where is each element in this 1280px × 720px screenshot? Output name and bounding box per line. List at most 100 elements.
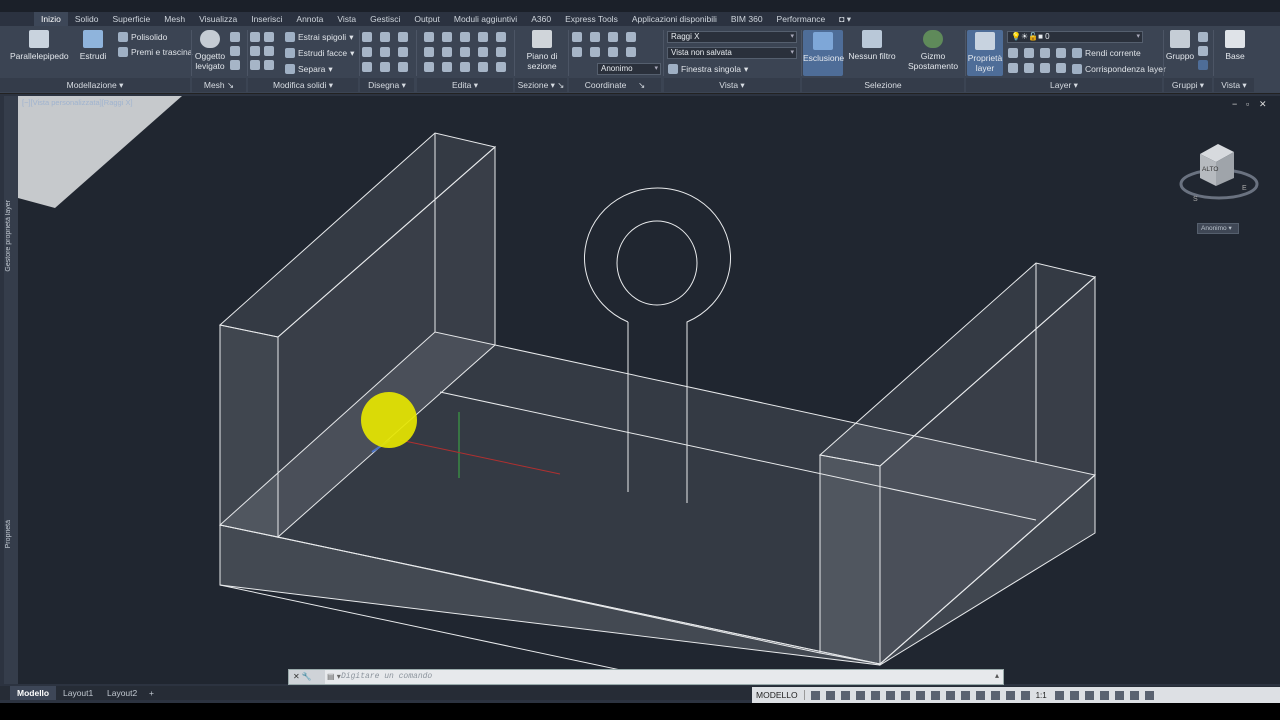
status-toggles[interactable] [810, 690, 1030, 700]
rendi-corrente-label: Rendi corrente [1085, 48, 1141, 58]
ucs-tools[interactable] [572, 32, 636, 57]
panel-sezione[interactable]: Sezione ▾ ↘ [515, 78, 567, 92]
esclusione-button[interactable]: Esclusione [803, 30, 844, 76]
panel-edita-label: Edita [451, 80, 472, 90]
mesh-tools[interactable] [230, 32, 240, 70]
gizmo-button[interactable]: Gizmo Spostamento [904, 30, 962, 71]
tab-visualizza[interactable]: Visualizza [192, 12, 244, 26]
oggetto-levigato-button[interactable]: Oggetto levigato [193, 30, 227, 71]
panel-disegna[interactable]: Disegna ▾ [360, 78, 414, 92]
layer-dropdown[interactable]: 💡☀🔓■ 0 [1007, 31, 1143, 43]
draw-tools[interactable] [362, 32, 408, 72]
model-space-button[interactable]: MODELLO [756, 690, 805, 700]
left-wall-front [219, 324, 279, 538]
panel-layer[interactable]: Layer ▾ [966, 78, 1162, 92]
tab-express-tools[interactable]: Express Tools [558, 12, 625, 26]
panel-modifica-solidi[interactable]: Modifica solidi ▾ [248, 78, 358, 92]
tab-inserisci[interactable]: Inserisci [244, 12, 289, 26]
saved-view-value: Vista non salvata [671, 48, 732, 57]
tab-a360[interactable]: A360 [524, 12, 558, 26]
command-line[interactable]: ✕ 🔧 ▤ ▾ Digitare un comando ▴ [288, 669, 1004, 685]
nessun-filtro-button[interactable]: Nessun filtro [848, 30, 896, 61]
tab-superficie[interactable]: Superficie [105, 12, 157, 26]
panel-layer-label: Layer [1050, 80, 1072, 90]
command-tools[interactable]: ✕ 🔧 [289, 670, 325, 684]
command-expand-icon[interactable]: ▴ [995, 671, 999, 680]
panel-edita[interactable]: Edita ▾ [417, 78, 513, 92]
viewport-controls-label[interactable]: [−][Vista personalizzata][Raggi X] [22, 98, 133, 107]
tab-vista[interactable]: Vista [330, 12, 363, 26]
annotation-scale[interactable]: 1:1 [1036, 691, 1047, 700]
tab-layout2[interactable]: Layout2 [100, 686, 144, 700]
panel-gruppi[interactable]: Gruppi ▾ [1164, 78, 1212, 92]
rendi-corrente-button[interactable]: Rendi corrente [1072, 46, 1141, 60]
gruppo-button[interactable]: Gruppo [1165, 30, 1195, 61]
title-strip [0, 0, 1280, 12]
tab-solido[interactable]: Solido [68, 12, 106, 26]
tab-bim360[interactable]: BIM 360 [724, 12, 770, 26]
proprieta-layer-button[interactable]: Proprietà layer [967, 30, 1003, 76]
polysolid-icon [118, 32, 128, 42]
tab-layout1[interactable]: Layout1 [56, 686, 100, 700]
panel-vista-base[interactable]: Vista ▾ [1214, 78, 1254, 92]
tab-annota[interactable]: Annota [289, 12, 330, 26]
separator [359, 30, 360, 76]
viewport-close-icon[interactable]: ✕ [1259, 99, 1267, 110]
box-icon [29, 30, 49, 48]
tab-moduli[interactable]: Moduli aggiuntivi [447, 12, 524, 26]
tab-modello[interactable]: Modello [10, 686, 57, 700]
visual-style-value: Raggi X [671, 32, 700, 41]
corrispondenza-layer-button[interactable]: Corrispondenza layer [1072, 62, 1166, 76]
estrudi-facce-label: Estrudi facce [298, 48, 348, 58]
base-view-button[interactable]: Base [1219, 30, 1251, 61]
drawing-viewport[interactable] [18, 96, 1280, 684]
command-input[interactable]: Digitare un comando [341, 672, 432, 681]
panel-modellazione[interactable]: Modellazione ▾ [0, 78, 190, 92]
separa-button[interactable]: Separa ▾ [285, 62, 333, 76]
tab-gestisci[interactable]: Gestisci [363, 12, 407, 26]
layer-properties-icon [975, 32, 995, 50]
smooth-object-icon [200, 30, 220, 48]
move-gizmo-icon [923, 30, 943, 48]
compass-e-label: E [1242, 185, 1247, 192]
panel-selezione[interactable]: Selezione [802, 78, 964, 92]
group-tools[interactable] [1198, 32, 1208, 70]
edit-tools[interactable] [424, 32, 506, 72]
tab-performance[interactable]: Performance [770, 12, 833, 26]
panel-coordinate[interactable]: Coordinate ↘ [569, 78, 661, 92]
visual-style-dropdown[interactable]: Raggi X [667, 31, 797, 43]
solid-edit-tools[interactable] [250, 32, 274, 70]
separator [965, 30, 966, 76]
tab-applicazioni[interactable]: Applicazioni disponibili [625, 12, 724, 26]
layer-tools[interactable] [1008, 48, 1066, 73]
tab-mesh[interactable]: Mesh [157, 12, 192, 26]
polisolido-button[interactable]: Polisolido [118, 30, 167, 44]
tab-output[interactable]: Output [407, 12, 447, 26]
parallelepipedo-button[interactable]: Parallelepipedo [10, 30, 69, 61]
ucs-menu[interactable]: Anonimo ▾ [1197, 223, 1239, 234]
tab-inizio[interactable]: Inizio [34, 12, 68, 26]
estrudi-label: Estrudi [79, 51, 107, 61]
saved-view-dropdown[interactable]: Vista non salvata [667, 47, 797, 59]
add-layout-icon[interactable]: + [142, 686, 161, 700]
piano-sezione-button[interactable]: Piano di sezione [520, 30, 564, 71]
ucs-dropdown[interactable]: Anonimo [597, 63, 661, 75]
gestore-layer-palette[interactable]: Gestore proprietà layer [5, 200, 12, 272]
viewport-restore-icon[interactable]: ▫ [1246, 99, 1249, 109]
ribbon-options-icon[interactable]: ◘ ▾ [832, 12, 858, 26]
status-tools[interactable] [1054, 690, 1154, 700]
viewport-minimize-icon[interactable]: − [1232, 99, 1237, 109]
viewcube[interactable]: ALTO E S [1178, 140, 1260, 206]
culling-icon [813, 32, 833, 50]
panel-vista[interactable]: Vista ▾ [664, 78, 800, 92]
command-history-icon[interactable]: ▤ ▾ [327, 672, 341, 681]
estrudi-facce-button[interactable]: Estrudi facce ▾ [285, 46, 354, 60]
proprieta-palette[interactable]: Proprietà [5, 520, 12, 548]
estrudi-button[interactable]: Estrudi [76, 30, 110, 61]
premi-trascina-button[interactable]: Premi e trascina [118, 45, 192, 59]
viewport-config-button[interactable]: Finestra singola ▾ [668, 62, 748, 76]
panel-mesh[interactable]: Mesh ↘ [192, 78, 246, 92]
viewport-icon [668, 64, 678, 74]
separate-icon [285, 64, 295, 74]
estrai-spigoli-button[interactable]: Estrai spigoli ▾ [285, 30, 353, 44]
